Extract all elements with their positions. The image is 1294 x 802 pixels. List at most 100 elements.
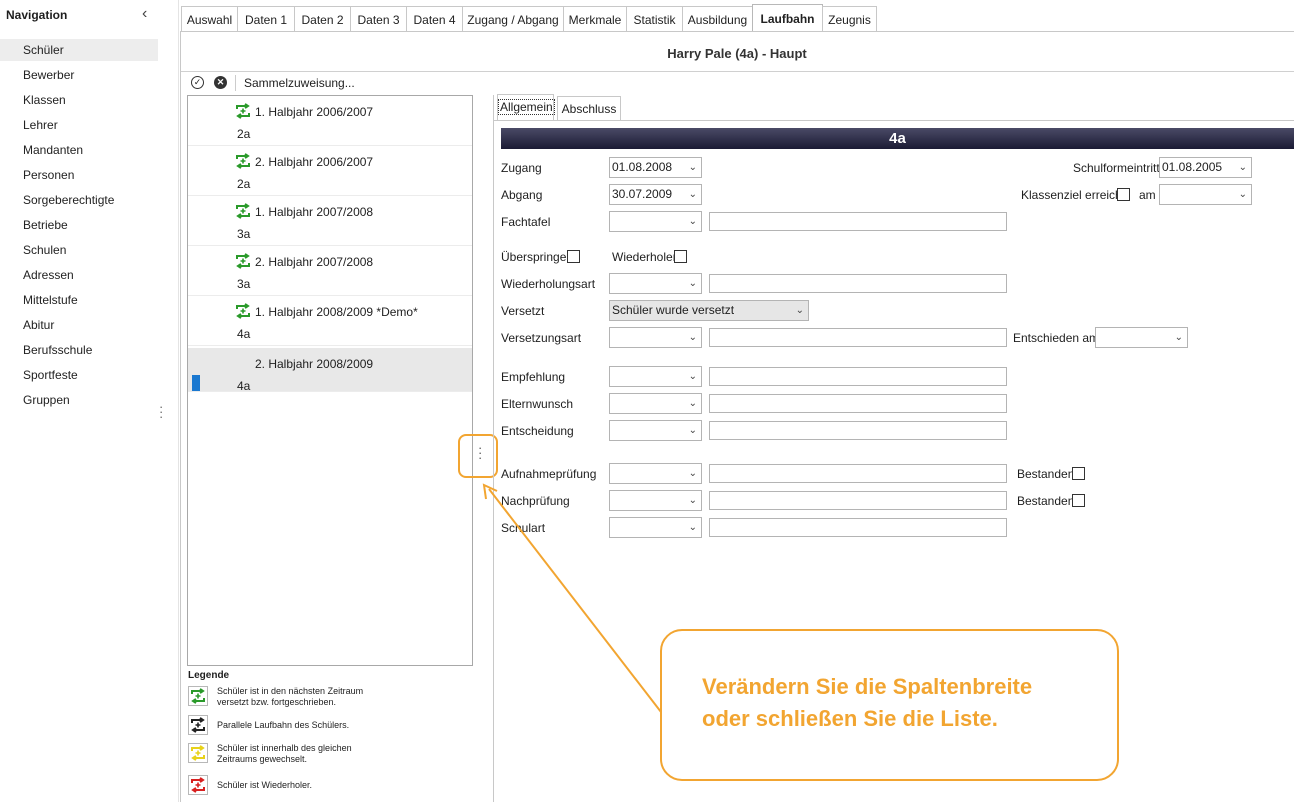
nav-item[interactable]: Mandanten xyxy=(0,139,158,161)
abgang-date-picker[interactable]: 30.07.2009 ⌄ xyxy=(609,184,702,205)
fachtafel-label: Fachtafel xyxy=(501,215,551,229)
nav-item[interactable]: Schüler xyxy=(0,39,158,61)
nachpruefung-bestanden-checkbox[interactable] xyxy=(1072,494,1085,507)
fachtafel-text[interactable] xyxy=(709,212,1007,231)
entscheidung-text[interactable] xyxy=(709,421,1007,440)
gewechselt-icon xyxy=(188,743,208,763)
subtab[interactable]: Abschluss xyxy=(557,96,621,120)
nav-item[interactable]: Adressen xyxy=(0,264,158,286)
tab[interactable]: Zugang / Abgang xyxy=(462,6,564,31)
wiederholungsart-text[interactable] xyxy=(709,274,1007,293)
wiederholungsart-select[interactable]: ⌄ xyxy=(609,273,702,294)
chevron-down-icon: ⌄ xyxy=(688,495,697,506)
laufbahn-list[interactable]: 1. Halbjahr 2006/2007 2a 2. Halbjahr 2006/… xyxy=(187,95,473,666)
nachpruefung-bestanden-label: Bestanden xyxy=(1017,494,1075,508)
chevron-down-icon: ⌄ xyxy=(795,305,804,316)
laufbahn-list-item[interactable]: 1. Halbjahr 2008/2009 *Demo* 4a xyxy=(188,296,472,346)
elternwunsch-text[interactable] xyxy=(709,394,1007,413)
tab[interactable]: Laufbahn xyxy=(752,4,823,32)
nav-item[interactable]: Abitur xyxy=(0,314,158,336)
empfehlung-text[interactable] xyxy=(709,367,1007,386)
collapse-navigation-icon[interactable]: ‹ xyxy=(142,5,147,23)
nav-item[interactable]: Bewerber xyxy=(0,64,158,86)
sammelzuweisung-button[interactable]: Sammelzuweisung... xyxy=(244,76,355,90)
tab[interactable]: Statistik xyxy=(626,6,683,31)
chevron-down-icon: ⌄ xyxy=(688,216,697,227)
nav-item[interactable]: Gruppen xyxy=(0,389,158,411)
tab[interactable]: Daten 3 xyxy=(350,6,407,31)
aufnahmepruefung-select[interactable]: ⌄ xyxy=(609,463,702,484)
nachpruefung-select[interactable]: ⌄ xyxy=(609,490,702,511)
check-circle-icon[interactable]: ✓ xyxy=(191,76,204,89)
versetzt-value: Schüler wurde versetzt xyxy=(612,303,735,317)
abgang-value: 30.07.2009 xyxy=(612,187,673,201)
zugang-value: 01.08.2008 xyxy=(612,160,673,174)
versetzt-icon xyxy=(188,686,208,706)
tab[interactable]: Merkmale xyxy=(563,6,627,31)
laufbahn-list-item[interactable]: 1. Halbjahr 2006/2007 2a xyxy=(188,96,472,146)
chevron-down-icon: ⌄ xyxy=(688,522,697,533)
laufbahn-list-item[interactable]: 2. Halbjahr 2007/2008 3a xyxy=(188,246,472,296)
ueberspringer-checkbox[interactable] xyxy=(567,250,580,263)
callout-line-2: oder schließen Sie die Liste. xyxy=(702,706,998,731)
subtab[interactable]: Allgemein xyxy=(497,94,555,120)
tab[interactable]: Daten 4 xyxy=(406,6,463,31)
nav-item[interactable]: Betriebe xyxy=(0,214,158,236)
navigation-splitter-grip-icon[interactable]: · · · xyxy=(159,400,163,423)
wiederholer-icon xyxy=(188,775,208,795)
tab[interactable]: Daten 1 xyxy=(237,6,295,31)
versetzungsart-select[interactable]: ⌄ xyxy=(609,327,702,348)
entschieden-am-date-picker[interactable]: ⌄ xyxy=(1095,327,1188,348)
laufbahn-period: 2. Halbjahr 2008/2009 xyxy=(255,357,374,371)
schulart-text[interactable] xyxy=(709,518,1007,537)
zugang-date-picker[interactable]: 01.08.2008 ⌄ xyxy=(609,157,702,178)
zugang-label: Zugang xyxy=(501,161,542,175)
aufnahmepruefung-text[interactable] xyxy=(709,464,1007,483)
aufnahmepruefung-bestanden-checkbox[interactable] xyxy=(1072,467,1085,480)
subtab-label: Abschluss xyxy=(561,102,617,116)
schulart-select[interactable]: ⌄ xyxy=(609,517,702,538)
empfehlung-select[interactable]: ⌄ xyxy=(609,366,702,387)
schulformeintritt-date-picker[interactable]: 01.08.2005 ⌄ xyxy=(1159,157,1252,178)
entscheidung-select[interactable]: ⌄ xyxy=(609,420,702,441)
selection-indicator xyxy=(192,375,200,391)
wiederholer-checkbox[interactable] xyxy=(674,250,687,263)
versetzungsart-text[interactable] xyxy=(709,328,1007,347)
am-date-picker[interactable]: ⌄ xyxy=(1159,184,1252,205)
laufbahn-period: 2. Halbjahr 2006/2007 xyxy=(255,155,374,169)
nav-item[interactable]: Lehrer xyxy=(0,114,158,136)
nav-item[interactable]: Mittelstufe xyxy=(0,289,158,311)
nav-item[interactable]: Klassen xyxy=(0,89,158,111)
nav-item[interactable]: Sportfeste xyxy=(0,364,158,386)
tab[interactable]: Ausbildung xyxy=(682,6,753,31)
laufbahn-list-item[interactable]: 2. Halbjahr 2008/2009 4a xyxy=(188,348,472,393)
nav-item[interactable]: Sorgeberechtigte xyxy=(0,189,158,211)
close-circle-icon[interactable]: ✕ xyxy=(214,76,227,89)
elternwunsch-select[interactable]: ⌄ xyxy=(609,393,702,414)
chevron-down-icon: ⌄ xyxy=(688,189,697,200)
column-splitter-grip-icon[interactable]: · · · xyxy=(478,441,482,464)
fachtafel-select[interactable]: ⌄ xyxy=(609,211,702,232)
versetzungsart-label: Versetzungsart xyxy=(501,331,582,345)
laufbahn-list-item[interactable]: 2. Halbjahr 2006/2007 2a xyxy=(188,146,472,196)
chevron-down-icon: ⌄ xyxy=(688,468,697,479)
tab[interactable]: Zeugnis xyxy=(822,6,877,31)
nav-item[interactable]: Berufsschule xyxy=(0,339,158,361)
tab[interactable]: Auswahl xyxy=(181,6,238,31)
nav-item[interactable]: Personen xyxy=(0,164,158,186)
laufbahn-period: 2. Halbjahr 2007/2008 xyxy=(255,255,374,269)
klassenziel-label: Klassenziel erreicht xyxy=(1021,188,1126,202)
chevron-down-icon: ⌄ xyxy=(1238,162,1247,173)
klassenziel-checkbox[interactable] xyxy=(1117,188,1130,201)
tab[interactable]: Daten 2 xyxy=(294,6,351,31)
laufbahn-class: 2a xyxy=(237,127,251,141)
laufbahn-class: 4a xyxy=(237,327,251,341)
versetzt-icon xyxy=(235,103,251,119)
nachpruefung-text[interactable] xyxy=(709,491,1007,510)
subtab-label: Allgemein xyxy=(498,99,555,115)
laufbahn-list-item[interactable]: 1. Halbjahr 2007/2008 3a xyxy=(188,196,472,246)
navigation-panel: Navigation ‹ Schüler Bewerber Klassen Lehre… xyxy=(0,0,179,802)
nav-item[interactable]: Schulen xyxy=(0,239,158,261)
versetzt-select[interactable]: Schüler wurde versetzt ⌄ xyxy=(609,300,809,321)
aufnahmepruefung-bestanden-label: Bestanden xyxy=(1017,467,1075,481)
